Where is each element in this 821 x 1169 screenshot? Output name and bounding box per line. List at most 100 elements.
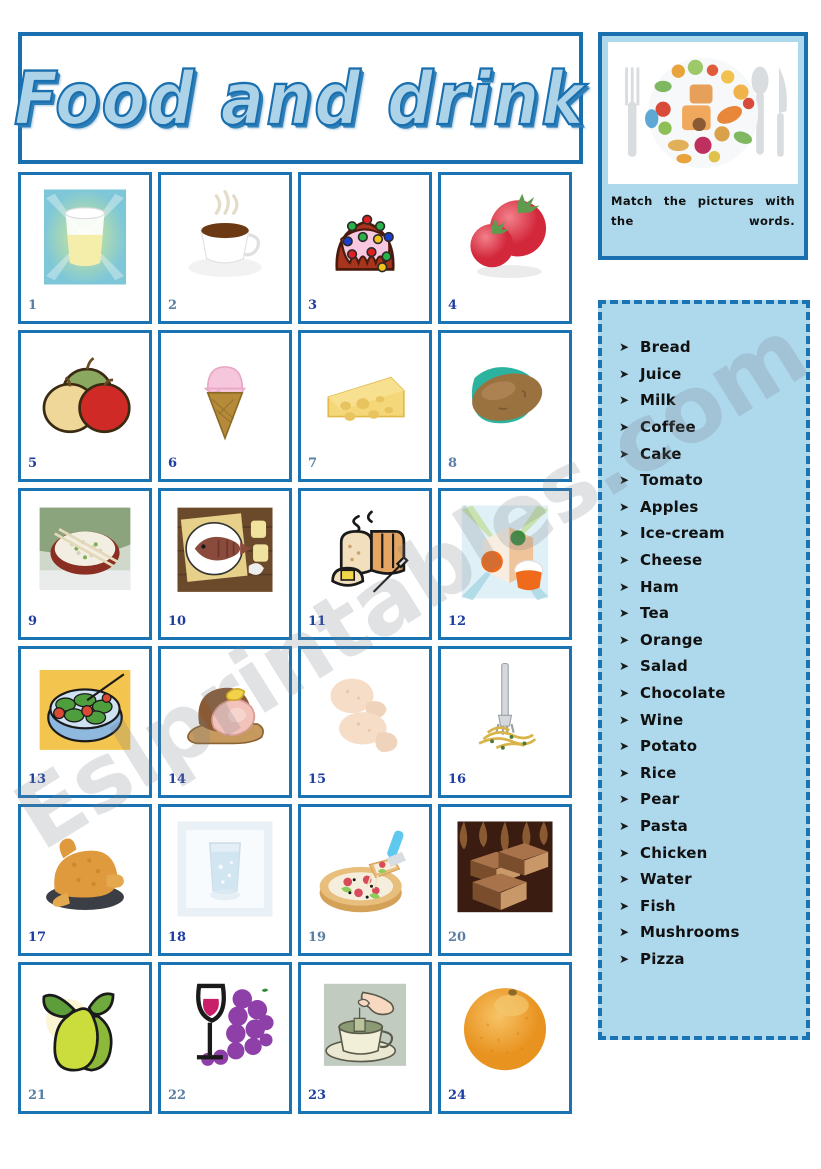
word-list-item[interactable]: ➤ Juice [614,361,806,388]
picture-number: 2 [168,298,178,313]
picture-cell-3[interactable]: 3 [298,172,432,324]
word-label: Chocolate [640,684,726,703]
word-label: Pear [640,790,680,809]
worksheet-page: Food and drink Match the pictures with t… [0,0,821,1169]
pizza-icon [301,811,429,927]
picture-cell-17[interactable]: 17 [18,804,152,956]
arrow-bullet-icon: ➤ [619,553,630,568]
picture-cell-19[interactable]: 19 [298,804,432,956]
word-label: Pasta [640,816,688,835]
word-list-item[interactable]: ➤ Salad [614,653,806,680]
word-list-item[interactable]: ➤ Potato [614,733,806,760]
picture-cell-16[interactable]: 16 [438,646,572,798]
picture-cell-24[interactable]: 24 [438,962,572,1114]
orange-icon [441,969,569,1085]
picture-cell-8[interactable]: 8 [438,330,572,482]
word-list-item[interactable]: ➤ Tea [614,600,806,627]
word-label: Chicken [640,843,708,862]
picture-cell-2[interactable]: 2 [158,172,292,324]
ice-cream-cone-icon [161,337,289,453]
glass-of-juice-icon [21,179,149,295]
picture-cell-4[interactable]: 4 [438,172,572,324]
picture-number: 10 [168,614,187,629]
word-list-item[interactable]: ➤ Cake [614,440,806,467]
arrow-bullet-icon: ➤ [619,340,630,355]
picture-number: 7 [308,456,318,471]
arrow-bullet-icon: ➤ [619,686,630,701]
picture-number: 21 [28,1088,47,1103]
arrow-bullet-icon: ➤ [619,579,630,594]
picture-cell-5[interactable]: 5 [18,330,152,482]
picture-cell-18[interactable]: 18 [158,804,292,956]
title-banner: Food and drink [13,32,586,164]
arrow-bullet-icon: ➤ [619,499,630,514]
picture-cell-20[interactable]: 20 [438,804,572,956]
pears-icon [21,969,149,1085]
word-label: Pizza [640,949,685,968]
apples-icon [21,337,149,453]
word-label: Coffee [640,418,696,437]
arrow-bullet-icon: ➤ [619,792,630,807]
arrow-bullet-icon: ➤ [619,765,630,780]
picture-number: 23 [308,1088,327,1103]
word-list-item[interactable]: ➤ Pizza [614,946,806,973]
picture-cell-12[interactable]: 12 [438,488,572,640]
bowl-of-rice-icon [21,495,149,611]
picture-number: 16 [448,772,467,787]
arrow-bullet-icon: ➤ [619,659,630,674]
arrow-bullet-icon: ➤ [619,632,630,647]
word-list-item[interactable]: ➤ Water [614,866,806,893]
word-list-item[interactable]: ➤ Pear [614,786,806,813]
word-list-item[interactable]: ➤ Milk [614,387,806,414]
picture-cell-22[interactable]: 22 [158,962,292,1114]
word-list-item[interactable]: ➤ Tomato [614,467,806,494]
picture-cell-14[interactable]: 14 [158,646,292,798]
cheese-wedge-icon [301,337,429,453]
loaf-of-bread-icon [301,495,429,611]
word-list-item[interactable]: ➤ Chicken [614,839,806,866]
word-label: Bread [640,338,691,357]
arrow-bullet-icon: ➤ [619,446,630,461]
word-list-item[interactable]: ➤ Cheese [614,547,806,574]
picture-number: 13 [28,772,47,787]
word-list-item[interactable]: ➤ Coffee [614,414,806,441]
word-list: ➤ Bread ➤ Juice ➤ Milk ➤ Coffee ➤ Cake ➤ Tomato ➤ App… [614,334,806,972]
word-list-item[interactable]: ➤ Pasta [614,813,806,840]
word-list-item[interactable]: ➤ Chocolate [614,680,806,707]
word-list-item[interactable]: ➤ Fish [614,892,806,919]
picture-cell-7[interactable]: 7 [298,330,432,482]
arrow-bullet-icon: ➤ [619,526,630,541]
picture-cell-11[interactable]: 11 [298,488,432,640]
word-list-item[interactable]: ➤ Rice [614,760,806,787]
arrow-bullet-icon: ➤ [619,393,630,408]
picture-number: 11 [308,614,327,629]
word-label: Ham [640,577,679,596]
picture-cell-21[interactable]: 21 [18,962,152,1114]
word-list-item[interactable]: ➤ Apples [614,494,806,521]
arrow-bullet-icon: ➤ [619,420,630,435]
picture-number: 1 [28,298,38,313]
word-label: Water [640,870,692,889]
word-list-item[interactable]: ➤ Mushrooms [614,919,806,946]
word-list-item[interactable]: ➤ Ice-cream [614,520,806,547]
roast-chicken-icon [21,811,149,927]
instructions-text: Match the pictures with the words. [611,194,795,228]
picture-cell-13[interactable]: 13 [18,646,152,798]
mushrooms-icon [301,653,429,769]
picture-cell-10[interactable]: 10 [158,488,292,640]
picture-number: 6 [168,456,178,471]
picture-cell-15[interactable]: 15 [298,646,432,798]
word-list-item[interactable]: ➤ Ham [614,573,806,600]
word-list-item[interactable]: ➤ Orange [614,627,806,654]
instructions-panel: Match the pictures with the words. [598,32,808,260]
fish-on-plate-icon [161,495,289,611]
word-list-item[interactable]: ➤ Wine [614,706,806,733]
arrow-bullet-icon: ➤ [619,739,630,754]
picture-cell-1[interactable]: 1 [18,172,152,324]
picture-number: 24 [448,1088,467,1103]
picture-cell-23[interactable]: 23 [298,962,432,1114]
picture-cell-9[interactable]: 9 [18,488,152,640]
arrow-bullet-icon: ➤ [619,818,630,833]
picture-cell-6[interactable]: 6 [158,330,292,482]
word-list-item[interactable]: ➤ Bread [614,334,806,361]
